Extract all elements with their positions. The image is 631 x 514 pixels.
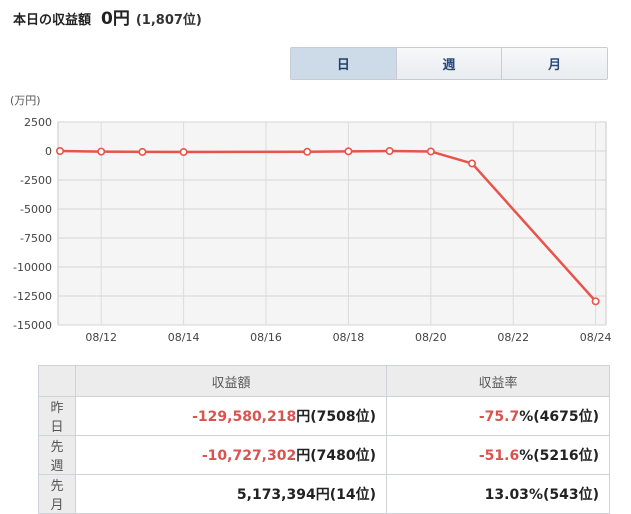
data-point	[97, 147, 106, 156]
data-point	[385, 146, 394, 155]
amount-cell: 5,173,394円(14位)	[75, 474, 387, 514]
summary-header-row: 収益額 収益率	[38, 365, 610, 397]
table-row: 先週 -10,727,302円(7480位) -51.6%(5216位)	[38, 435, 610, 475]
y-tick-label: -10000	[13, 261, 52, 274]
x-tick-label: 08/16	[250, 331, 282, 344]
rate-rank: (5216位)	[533, 448, 599, 464]
row-label: 昨日	[38, 396, 76, 436]
data-point	[179, 148, 188, 157]
y-tick-label: -15000	[13, 319, 52, 332]
daily-profit-header: 本日の収益額 0円 (1,807位)	[13, 4, 202, 30]
summary-table: 収益額 収益率 昨日 -129,580,218円(7508位) -75.7%(467…	[38, 365, 610, 514]
x-tick-label: 08/18	[333, 331, 365, 344]
daily-profit-label: 本日の収益額	[13, 13, 92, 28]
amount-rank: (7508位)	[310, 409, 376, 425]
x-tick-label: 08/14	[168, 331, 200, 344]
rate-value: 13.03	[484, 487, 529, 503]
summary-header-empty	[38, 365, 76, 397]
amount-unit: 円	[315, 487, 330, 503]
daily-profit-amount: 0円	[101, 9, 130, 29]
data-point	[138, 147, 147, 156]
amount-unit: 円	[296, 409, 311, 425]
data-point	[426, 147, 435, 156]
period-tabs: 日 週 月	[290, 47, 608, 80]
rate-cell: -75.7%(4675位)	[386, 396, 610, 436]
summary-header-rate: 収益率	[386, 365, 610, 397]
rate-cell: 13.03%(543位)	[386, 474, 610, 514]
x-tick-label: 08/22	[497, 331, 529, 344]
y-tick-label: 0	[45, 145, 52, 158]
table-row: 昨日 -129,580,218円(7508位) -75.7%(4675位)	[38, 396, 610, 436]
y-tick-label: 2500	[24, 116, 52, 129]
amount-cell: -129,580,218円(7508位)	[75, 396, 387, 436]
y-tick-label: -12500	[13, 290, 52, 303]
data-point	[55, 146, 64, 155]
y-unit-label: (万円)	[10, 94, 41, 107]
data-point	[344, 147, 353, 156]
data-point	[591, 297, 600, 306]
row-label: 先月	[38, 474, 76, 514]
amount-rank: (7480位)	[310, 448, 376, 464]
rate-rank: (4675位)	[533, 409, 599, 425]
rate-cell: -51.6%(5216位)	[386, 435, 610, 475]
rate-unit: %	[519, 448, 534, 464]
rate-unit: %	[528, 487, 543, 503]
amount-cell: -10,727,302円(7480位)	[75, 435, 387, 475]
data-point	[468, 159, 477, 168]
summary-header-amount: 収益額	[75, 365, 387, 397]
amount-unit: 円	[296, 448, 311, 464]
y-tick-label: -7500	[20, 232, 52, 245]
rate-unit: %	[519, 409, 534, 425]
profit-line-chart: (万円) 2500 0 -2500 -5000 -7500 -10000 -12500 -15…	[10, 94, 612, 344]
rate-value: -51.6	[478, 448, 520, 464]
tab-week[interactable]: 週	[396, 48, 503, 79]
tab-month[interactable]: 月	[502, 48, 607, 79]
y-tick-label: -5000	[20, 203, 52, 216]
amount-value: -129,580,218	[192, 409, 297, 425]
daily-profit-rank: (1,807位)	[135, 13, 202, 28]
table-row: 先月 5,173,394円(14位) 13.03%(543位)	[38, 474, 610, 514]
y-tick-label: -2500	[20, 174, 52, 187]
amount-rank: (14位)	[329, 487, 376, 503]
row-label: 先週	[38, 435, 76, 475]
rate-value: -75.7	[478, 409, 520, 425]
x-tick-label: 08/20	[415, 331, 447, 344]
x-tick-label: 08/24	[580, 331, 612, 344]
rate-rank: (543位)	[542, 487, 599, 503]
data-point	[303, 147, 312, 156]
tab-day[interactable]: 日	[291, 48, 397, 79]
amount-value: 5,173,394	[236, 487, 316, 503]
amount-value: -10,727,302	[201, 448, 297, 464]
x-tick-label: 08/12	[85, 331, 117, 344]
